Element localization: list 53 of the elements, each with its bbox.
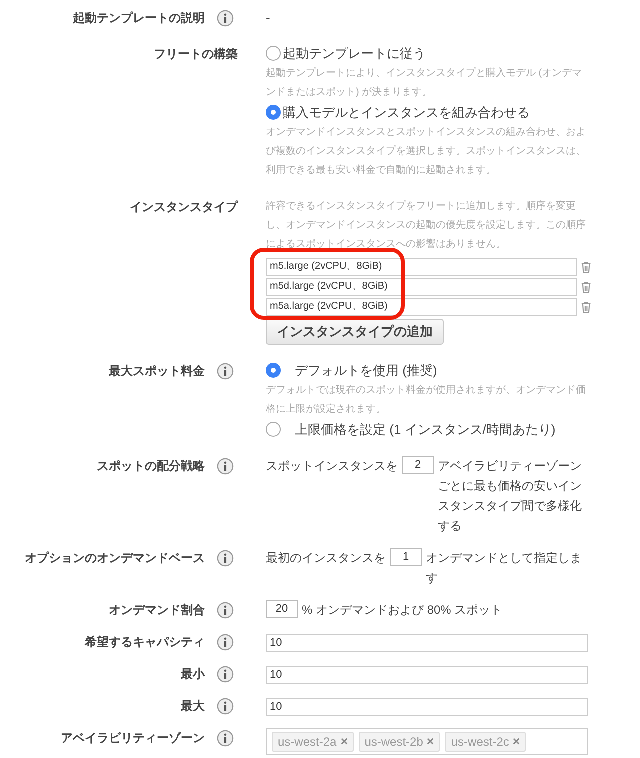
- field-text: 最初のインスタンスを: [266, 550, 386, 567]
- trash-icon[interactable]: [581, 280, 592, 294]
- field-text: オンデマンドとして指定します: [426, 550, 583, 587]
- field-text: スポットインスタンスを: [266, 458, 398, 475]
- radio-label[interactable]: デフォルトを使用 (推奨): [295, 361, 438, 381]
- field-label: オンデマンド割合: [109, 602, 205, 619]
- info-icon[interactable]: [217, 698, 234, 715]
- help-text: デフォルトでは現在のスポット料金が使用されますが、オンデマンド価格に上限が設定されます。: [266, 384, 587, 417]
- info-icon[interactable]: [217, 730, 234, 747]
- number-field[interactable]: 2: [402, 456, 434, 474]
- radio-button[interactable]: [266, 105, 281, 120]
- text-field[interactable]: 10: [266, 634, 588, 652]
- text-field[interactable]: 10: [266, 666, 588, 684]
- field-text: アベイラビリティーゾーンごとに最も価格の安いインスタンスタイプ間で多様化する: [438, 458, 583, 535]
- field-label: 最大スポット料金: [109, 363, 205, 380]
- field-label: スポットの配分戦略: [97, 458, 205, 475]
- info-icon[interactable]: [217, 634, 234, 651]
- field-label: アベイラビリティーゾーン: [61, 730, 205, 747]
- info-icon[interactable]: [217, 10, 234, 27]
- add-instance-type-button[interactable]: インスタンスタイプの追加: [266, 319, 444, 345]
- field-label: オプションのオンデマンドベース: [25, 550, 205, 567]
- number-field[interactable]: 20: [266, 600, 298, 618]
- field-text: % オンデマンドおよび 80% スポット: [302, 602, 503, 619]
- radio-label[interactable]: 購入モデルとインスタンスを組み合わせる: [283, 103, 530, 123]
- radio-button[interactable]: [266, 363, 281, 378]
- info-icon[interactable]: [217, 458, 234, 475]
- help-text: 起動テンプレートにより、インスタンスタイプと購入モデル (オンデマンドまたはスポット) が決まります。: [266, 66, 584, 100]
- field-label: インスタンスタイプ: [130, 199, 238, 216]
- field-label: 起動テンプレートの説明: [73, 10, 205, 27]
- info-icon[interactable]: [217, 550, 234, 567]
- radio-label[interactable]: 起動テンプレートに従う: [283, 44, 426, 64]
- field-label: フリートの構築: [154, 46, 238, 63]
- radio-button[interactable]: [266, 46, 281, 61]
- remove-icon[interactable]: [340, 738, 348, 745]
- info-icon[interactable]: [217, 666, 234, 683]
- instance-type-field[interactable]: m5a.large (2vCPU、8GiB): [266, 298, 578, 316]
- trash-icon[interactable]: [581, 300, 592, 314]
- help-text: オンデマンドインスタンスとスポットインスタンスの組み合わせ、および複数のインスタンスタイプを選択します。スポットインスタンスは、利用できる最も安い料金で自動的に起動されます。: [266, 126, 587, 178]
- instance-type-field[interactable]: m5d.large (2vCPU、8GiB): [266, 278, 578, 296]
- field-value: -: [266, 10, 270, 25]
- instance-type-field[interactable]: m5.large (2vCPU、8GiB): [266, 258, 578, 276]
- field-label: 希望するキャパシティ: [85, 634, 205, 651]
- trash-icon[interactable]: [581, 260, 592, 274]
- field-label: 最大: [181, 698, 205, 715]
- remove-icon[interactable]: [427, 738, 434, 745]
- field-label: 最小: [181, 666, 205, 683]
- info-icon[interactable]: [217, 602, 234, 619]
- info-icon[interactable]: [217, 363, 234, 380]
- remove-icon[interactable]: [513, 738, 520, 745]
- radio-label[interactable]: 上限価格を設定 (1 インスタンス/時間あたり): [295, 420, 556, 440]
- text-field[interactable]: 10: [266, 698, 588, 716]
- radio-button[interactable]: [266, 422, 281, 437]
- number-field[interactable]: 1: [390, 548, 422, 566]
